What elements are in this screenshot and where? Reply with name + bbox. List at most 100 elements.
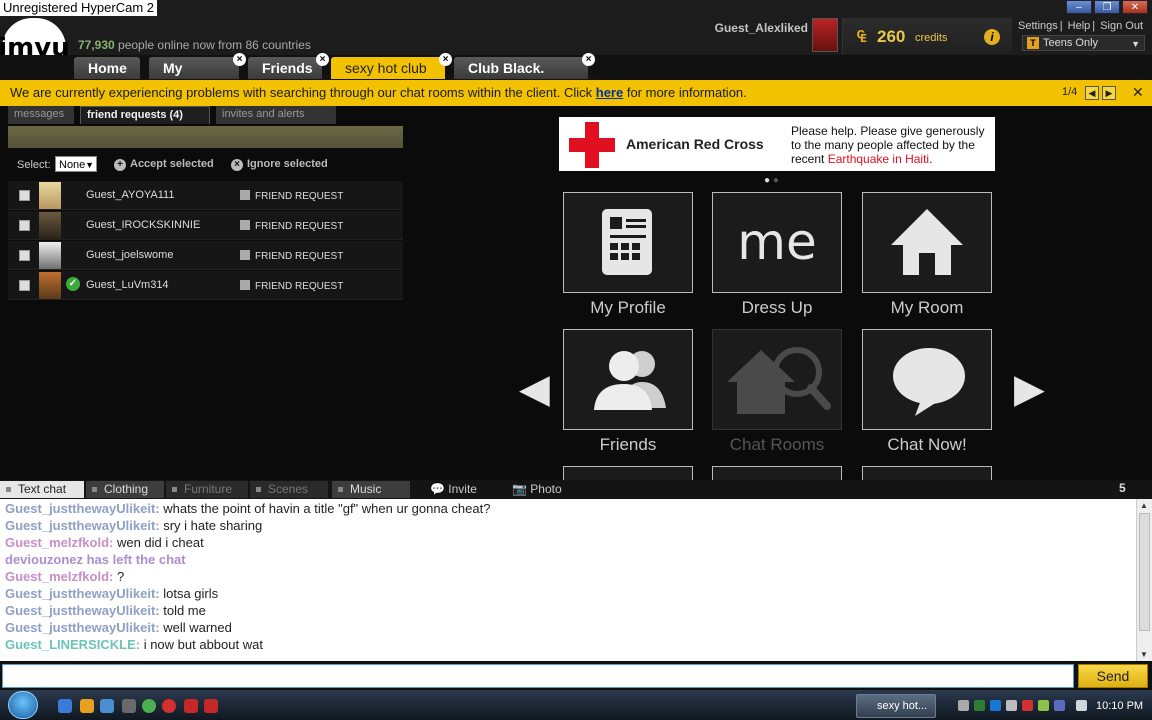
tab-club-black[interactable]: Club Black. [ni...× <box>454 53 595 98</box>
friend-avatar[interactable] <box>39 272 61 299</box>
opera-icon[interactable] <box>162 699 176 713</box>
invite-button[interactable]: 💬 Invite <box>430 481 477 498</box>
tray-network-icon[interactable] <box>974 700 985 711</box>
friend-avatar[interactable] <box>39 242 61 269</box>
chat-now-tile[interactable] <box>862 329 992 430</box>
friend-avatar[interactable] <box>39 182 61 209</box>
taskbar-item[interactable]: sexy hot... <box>856 694 936 718</box>
friend-request-status[interactable]: FRIEND REQUEST <box>240 250 343 262</box>
close-tab-icon[interactable]: × <box>316 53 329 66</box>
close-tab-icon[interactable]: × <box>233 53 246 66</box>
user-avatar[interactable] <box>812 18 838 52</box>
tray-alert-icon[interactable] <box>1022 700 1033 711</box>
tab-text-chat[interactable]: Text chat <box>0 481 84 498</box>
tab-music[interactable]: Music <box>332 481 410 498</box>
tab-friends[interactable]: Friends × <box>248 53 329 79</box>
banner-close-icon[interactable]: ✕ <box>1132 84 1144 101</box>
scroll-thumb[interactable] <box>1139 513 1150 631</box>
subtab-invites[interactable]: invites and alerts <box>216 106 336 124</box>
prev-arrow-icon[interactable]: ◀ <box>519 366 550 412</box>
friend-name[interactable]: Guest_LuVm314 <box>86 279 169 291</box>
tile-partial[interactable] <box>862 466 992 480</box>
help-link[interactable]: Help <box>1068 20 1091 32</box>
desktop-icon[interactable] <box>58 699 72 713</box>
start-button[interactable] <box>8 691 38 719</box>
ad-carousel-dots[interactable]: ● ● <box>764 175 779 186</box>
minimize-button[interactable]: – <box>1066 0 1092 14</box>
banner-here-link[interactable]: here <box>596 85 623 100</box>
tab-sexy-hot-club[interactable]: sexy hot club × <box>331 53 452 79</box>
tray-signal-icon[interactable] <box>1006 700 1017 711</box>
request-checkbox[interactable] <box>19 250 30 261</box>
settings-link[interactable]: Settings <box>1018 20 1058 32</box>
tab-furniture[interactable]: Furniture <box>166 481 248 498</box>
my-profile-tile[interactable] <box>563 192 693 293</box>
credits-display[interactable]: ₠ 260 credits i <box>842 18 1012 54</box>
tray-display-icon[interactable] <box>1054 700 1065 711</box>
select-dropdown[interactable]: None ▼ <box>55 156 97 172</box>
friends-tile[interactable] <box>563 329 693 430</box>
chat-rooms-tile[interactable] <box>712 329 842 430</box>
chat-scrollbar[interactable]: ▲ ▼ <box>1136 499 1152 661</box>
scroll-down-icon[interactable]: ▼ <box>1140 650 1148 659</box>
age-filter-select[interactable]: T Teens Only ▼ <box>1022 35 1145 51</box>
red-cross-ad[interactable]: American Red Cross Please help. Please g… <box>559 117 995 171</box>
ignore-selected-button[interactable]: × Ignore selected <box>231 158 328 171</box>
subtab-friend-requests[interactable]: friend requests (4) <box>80 106 210 124</box>
friend-request-status[interactable]: FRIEND REQUEST <box>240 190 343 202</box>
accept-selected-button[interactable]: + Accept selected <box>114 158 214 171</box>
tab-home[interactable]: Home <box>74 57 140 79</box>
chat-username[interactable]: Guest_justthewayUlikeit: <box>5 586 160 601</box>
my-room-tile[interactable] <box>862 192 992 293</box>
photo-button[interactable]: 📷 Photo <box>512 481 562 498</box>
send-button[interactable]: Send <box>1078 664 1148 688</box>
dress-up-tile[interactable]: me <box>712 192 842 293</box>
request-checkbox[interactable] <box>19 220 30 231</box>
chat-username[interactable]: Guest_melzfkold: <box>5 535 113 550</box>
info-icon[interactable]: i <box>984 29 1000 45</box>
request-checkbox[interactable] <box>19 280 30 291</box>
sign-out-link[interactable]: Sign Out <box>1100 20 1143 32</box>
chrome-icon[interactable] <box>142 699 156 713</box>
username[interactable]: Guest_Alexliked <box>680 21 808 35</box>
tray-vol-icon[interactable] <box>990 700 1001 711</box>
friend-name[interactable]: Guest_IROCKSKINNIE <box>86 219 200 231</box>
tray-arrow-icon[interactable] <box>958 700 969 711</box>
request-checkbox[interactable] <box>19 190 30 201</box>
chat-username[interactable]: Guest_melzfkold: <box>5 569 113 584</box>
imvu-icon[interactable] <box>204 699 218 713</box>
tray-speaker-icon[interactable] <box>1076 700 1087 711</box>
banner-next-button[interactable]: ▶ <box>1102 86 1116 100</box>
tab-my-room[interactable]: My Room× <box>149 53 246 98</box>
tab-clothing[interactable]: Clothing <box>86 481 164 498</box>
tool-icon[interactable] <box>122 699 136 713</box>
subtab-messages[interactable]: messages <box>8 106 74 124</box>
chat-username[interactable]: Guest_justthewayUlikeit: <box>5 518 160 533</box>
chat-username[interactable]: Guest_justthewayUlikeit: <box>5 603 160 618</box>
banner-prev-button[interactable]: ◀ <box>1085 86 1099 100</box>
tile-partial[interactable] <box>563 466 693 480</box>
friend-name[interactable]: Guest_AYOYA111 <box>86 189 174 201</box>
imvu-icon[interactable] <box>184 699 198 713</box>
close-tab-icon[interactable]: × <box>582 53 595 66</box>
media-icon[interactable] <box>80 699 94 713</box>
chat-username[interactable]: Guest_justthewayUlikeit: <box>5 501 160 516</box>
close-tab-icon[interactable]: × <box>439 53 452 66</box>
friend-name[interactable]: Guest_joelswome <box>86 249 173 261</box>
tab-scenes[interactable]: Scenes <box>250 481 328 498</box>
window-icon[interactable] <box>100 699 114 713</box>
friend-request-status[interactable]: FRIEND REQUEST <box>240 280 343 292</box>
close-window-button[interactable]: ✕ <box>1122 0 1148 14</box>
chat-input[interactable] <box>2 664 1074 688</box>
chat-username[interactable]: Guest_justthewayUlikeit: <box>5 620 160 635</box>
chat-user-count[interactable]: 5 <box>1119 481 1126 495</box>
tile-partial[interactable] <box>712 466 842 480</box>
friend-avatar[interactable] <box>39 212 61 239</box>
maximize-button[interactable]: ❐ <box>1094 0 1120 14</box>
friend-request-status[interactable]: FRIEND REQUEST <box>240 220 343 232</box>
taskbar-clock[interactable]: 10:10 PM <box>1096 700 1143 712</box>
chat-username[interactable]: Guest_LINERSICKLE: <box>5 637 140 652</box>
scroll-up-icon[interactable]: ▲ <box>1140 501 1148 510</box>
tray-app-icon[interactable] <box>1038 700 1049 711</box>
next-arrow-icon[interactable]: ▶ <box>1014 366 1045 412</box>
